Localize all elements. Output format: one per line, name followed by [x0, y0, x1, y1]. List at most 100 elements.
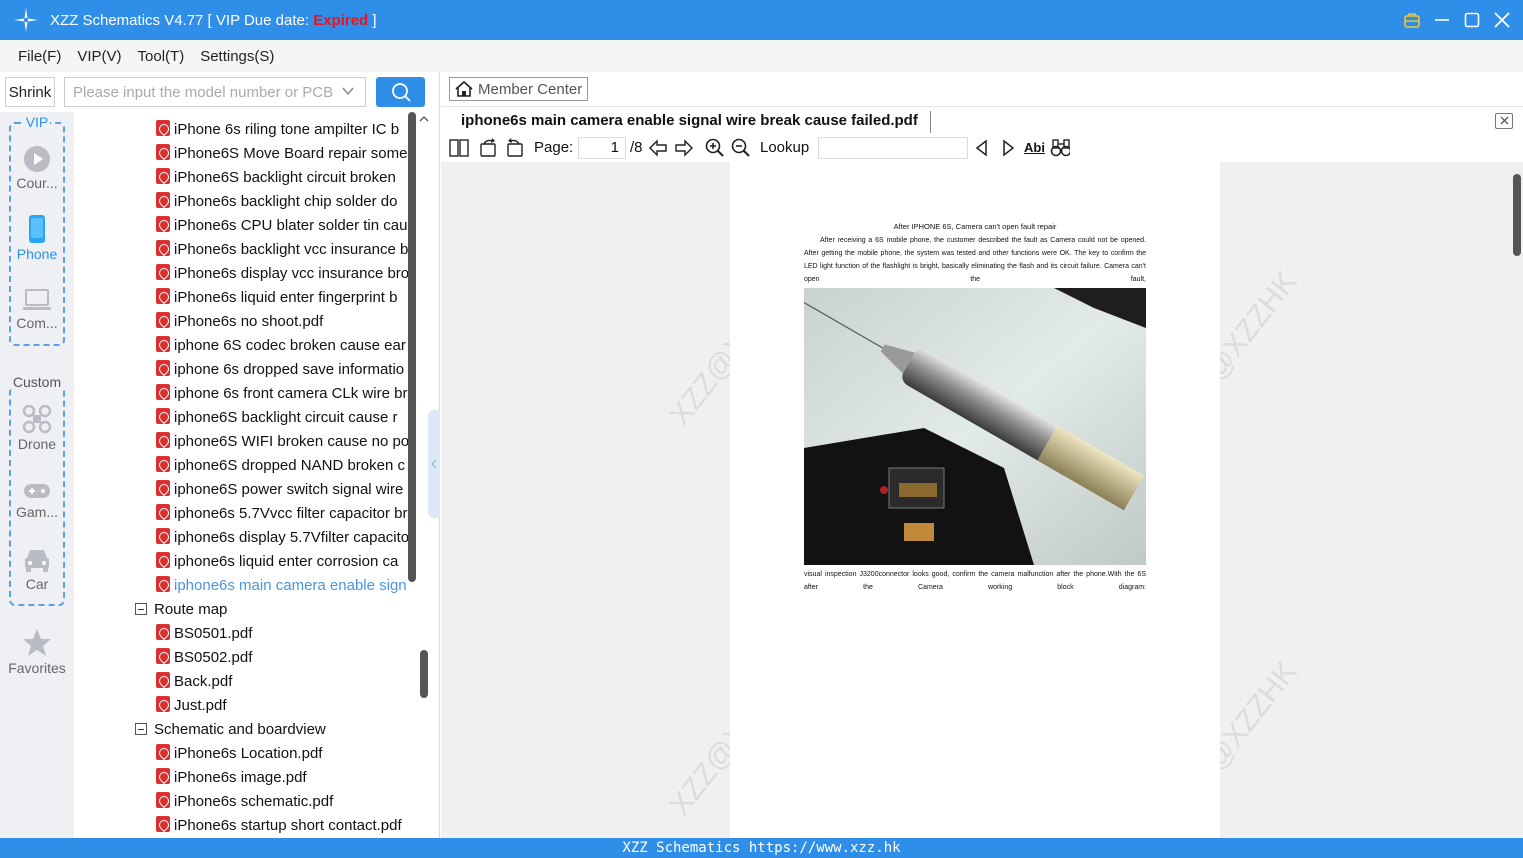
document-tab[interactable]: iphone6s main camera enable signal wire … [453, 111, 931, 133]
close-tab-icon[interactable] [1495, 113, 1513, 129]
tree-file-item[interactable]: BS0501.pdf [156, 622, 410, 646]
tree-file-item[interactable]: iPhone6s backlight vcc insurance b [156, 238, 410, 262]
sidebar-item-label: Drone [17, 436, 57, 452]
phone-icon [29, 215, 45, 243]
sidebar-item-car[interactable]: Car [0, 546, 74, 592]
pdf-file-icon [156, 696, 170, 712]
tree-file-item[interactable]: iPhone6S Move Board repair some [156, 142, 410, 166]
sidebar-item-favorites[interactable]: Favorites [0, 628, 74, 676]
doc-paragraph-1: After receiving a 6S mobile phone, the c… [804, 237, 1146, 283]
tree-folder-item[interactable]: Route map [135, 598, 227, 622]
find-previous-icon[interactable] [972, 138, 992, 158]
tree-file-item[interactable]: iphone6S power switch signal wire [156, 478, 410, 502]
tree-file-item[interactable]: iPhone6s liquid enter fingerprint b [156, 286, 410, 310]
play-icon [24, 146, 50, 172]
minimize-icon[interactable] [1433, 11, 1451, 29]
pdf-file-icon [156, 240, 170, 256]
panel-collapse-handle[interactable] [428, 410, 440, 518]
menu-settings[interactable]: Settings(S) [200, 48, 274, 65]
pdf-viewport[interactable]: XZZ@XZZHK XZZ@XZZHK XZZ@XZZHK XZZ@XZZHK … [441, 162, 1523, 838]
window-title: XZZ Schematics V4.77 [ VIP Due date: Exp… [50, 12, 377, 29]
next-page-icon[interactable] [674, 138, 694, 158]
rotate-left-icon[interactable] [478, 138, 498, 158]
match-case-icon[interactable]: Abi [1024, 140, 1045, 155]
tree-file-item[interactable]: iphone 6S codec broken cause ear [156, 334, 410, 358]
sidebar-item-game[interactable]: Gam... [0, 480, 74, 520]
pdf-file-icon [156, 648, 170, 664]
tree-file-label: iphone6S WIFI broken cause no po [174, 433, 410, 450]
search-input[interactable]: Please input the model number or PCB [64, 77, 366, 107]
zoom-in-icon[interactable] [705, 138, 725, 158]
viewer-scrollbar[interactable] [1513, 174, 1521, 256]
tree-file-item[interactable]: iPhone6s CPU blater solder tin cau [156, 214, 410, 238]
tree-file-item[interactable]: iPhone6s backlight chip solder do [156, 190, 410, 214]
sidebar-item-course[interactable]: Cour... [0, 145, 74, 191]
maximize-icon[interactable] [1463, 11, 1481, 29]
menu-vip[interactable]: VIP(V) [77, 48, 121, 65]
menu-file[interactable]: File(F) [18, 48, 61, 65]
tree-folder-item[interactable]: Schematic and boardview [135, 718, 326, 742]
shrink-button[interactable]: Shrink [5, 77, 55, 107]
tree-file-item[interactable]: iPhone6s image.pdf [156, 766, 410, 790]
tree-file-item[interactable]: iphone6s main camera enable sign [156, 574, 410, 598]
tree-file-item[interactable]: iphone6S backlight circuit cause r [156, 406, 410, 430]
sidebar-item-computer[interactable]: Com... [0, 287, 74, 331]
pdf-file-icon [156, 480, 170, 496]
tree-scrollbar[interactable] [408, 112, 416, 582]
page-number-input[interactable]: 1 [578, 137, 626, 159]
sidebar-item-drone[interactable]: Drone [0, 404, 74, 452]
tree-file-item[interactable]: iphone6s 5.7Vvcc filter capacitor br [156, 502, 410, 526]
tree-file-item[interactable]: iphone6s liquid enter corrosion ca [156, 550, 410, 574]
find-all-binoculars-icon[interactable] [1050, 138, 1070, 158]
search-placeholder: Please input the model number or PCB [73, 83, 334, 101]
member-center-label: Member Center [478, 80, 583, 98]
tree-file-item[interactable]: iphone6s display 5.7Vfilter capacito [156, 526, 410, 550]
member-center-button[interactable]: Member Center [449, 77, 588, 101]
sidebar-item-label: Cour... [16, 175, 58, 191]
pdf-file-icon [156, 360, 170, 376]
menu-tool[interactable]: Tool(T) [138, 48, 185, 65]
sidebar-item-phone[interactable]: Phone [0, 214, 74, 262]
tree-file-item[interactable]: iPhone 6s riling tone ampilter IC b [156, 118, 410, 142]
tree-file-label: iphone6S power switch signal wire [174, 481, 404, 498]
sidebar-item-label: Com... [16, 315, 58, 331]
tree-file-item[interactable]: Back.pdf [156, 670, 410, 694]
home-icon [455, 80, 473, 97]
two-page-view-icon[interactable] [449, 138, 469, 158]
rotate-right-icon[interactable] [505, 138, 525, 158]
tree-file-item[interactable]: iPhone6s startup short contact.pdf [156, 814, 410, 838]
tree-file-item[interactable]: Just.pdf [156, 694, 410, 718]
scroll-up-icon[interactable] [418, 112, 430, 124]
tree-file-label: BS0501.pdf [174, 625, 253, 642]
pdf-file-icon [156, 384, 170, 400]
tree-file-item[interactable]: iphone 6s dropped save informatio [156, 358, 410, 382]
tree-file-item[interactable]: iphone6S dropped NAND broken c [156, 454, 410, 478]
tree-file-item[interactable]: iphone 6s front camera CLk wire br [156, 382, 410, 406]
close-icon[interactable] [1493, 11, 1511, 29]
tree-file-item[interactable]: iPhone6S backlight circuit broken [156, 166, 410, 190]
tree-file-item[interactable]: BS0502.pdf [156, 646, 410, 670]
tree-scrollbar-secondary[interactable] [420, 650, 428, 698]
category-sidebar: VIP Cour... Phone Com... Custom Drone Ga… [0, 112, 74, 838]
tree-file-label: iPhone6s backlight chip solder do [174, 193, 398, 210]
lookup-input[interactable] [818, 137, 968, 159]
tree-file-item[interactable]: iPhone6s no shoot.pdf [156, 310, 410, 334]
find-next-icon[interactable] [998, 138, 1018, 158]
document-tab-bar: iphone6s main camera enable signal wire … [441, 106, 1523, 134]
previous-page-icon[interactable] [648, 138, 668, 158]
tree-file-item[interactable]: iphone6S WIFI broken cause no po [156, 430, 410, 454]
tree-file-item[interactable]: iPhone6s schematic.pdf [156, 790, 410, 814]
pdf-file-icon [156, 456, 170, 472]
tree-file-label: iPhone6s CPU blater solder tin cau [174, 217, 408, 234]
zoom-out-icon[interactable] [731, 138, 751, 158]
vip-bag-icon[interactable] [1403, 11, 1421, 29]
sidebar-item-label: Favorites [8, 660, 66, 676]
tree-file-item[interactable]: iPhone6s Location.pdf [156, 742, 410, 766]
collapse-minus-icon[interactable] [135, 603, 147, 615]
tree-file-label: iphone6s display 5.7Vfilter capacito [174, 529, 410, 546]
tree-folder-label: Schematic and boardview [154, 721, 326, 738]
collapse-minus-icon[interactable] [135, 723, 147, 735]
search-button[interactable] [376, 77, 425, 107]
tree-file-item[interactable]: iPhone6s display vcc insurance bro [156, 262, 410, 286]
chevron-down-icon[interactable] [341, 84, 355, 102]
